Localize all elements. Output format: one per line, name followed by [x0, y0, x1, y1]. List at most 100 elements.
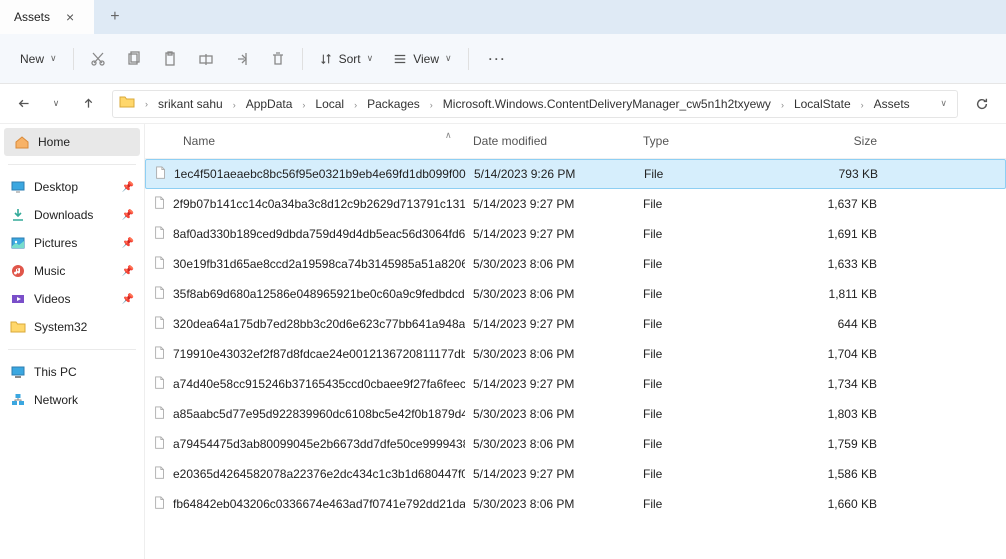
file-size: 1,734 KB [805, 373, 885, 395]
new-tab-button[interactable]: + [94, 0, 135, 34]
sidebar-item-this-pc[interactable]: This PC [0, 358, 144, 386]
file-name: a79454475d3ab80099045e2b6673dd7dfe50ce99… [173, 437, 465, 451]
file-icon [153, 466, 167, 483]
chevron-down-icon: ∨ [50, 53, 57, 64]
sidebar-item-downloads[interactable]: Downloads📌 [0, 201, 144, 229]
file-row[interactable]: a79454475d3ab80099045e2b6673dd7dfe50ce99… [145, 429, 1006, 459]
file-row[interactable]: 35f8ab69d680a12586e048965921be0c60a9c9fe… [145, 279, 1006, 309]
chevron-right-icon[interactable]: › [350, 100, 361, 110]
file-type: File [635, 283, 805, 305]
file-row[interactable]: a85aabc5d77e95d922839960dc6108bc5e42f0b1… [145, 399, 1006, 429]
view-button[interactable]: View ∨ [383, 52, 461, 66]
file-row[interactable]: 2f9b07b141cc14c0a34ba3c8d12c9b2629d71379… [145, 189, 1006, 219]
column-name[interactable]: Name [145, 130, 465, 152]
sidebar-item-desktop[interactable]: Desktop📌 [0, 173, 144, 201]
column-date[interactable]: Date modified [465, 130, 635, 152]
column-type[interactable]: Type [635, 130, 805, 152]
file-name: e20365d4264582078a22376e2dc434c1c3b1d680… [173, 467, 465, 481]
view-icon [393, 52, 407, 66]
file-date: 5/14/2023 9:27 PM [465, 193, 635, 215]
delete-icon[interactable] [260, 51, 296, 67]
up-button[interactable] [74, 97, 102, 110]
folder-icon [10, 319, 26, 335]
column-size[interactable]: Size [805, 130, 885, 152]
chevron-right-icon[interactable]: › [777, 100, 788, 110]
breadcrumb-bar[interactable]: › srikant sahu›AppData›Local›Packages›Mi… [112, 90, 958, 118]
chevron-right-icon[interactable]: › [857, 100, 868, 110]
separator [8, 164, 136, 165]
sidebar: Home Desktop📌Downloads📌Pictures📌Music📌Vi… [0, 124, 145, 559]
file-row[interactable]: e20365d4264582078a22376e2dc434c1c3b1d680… [145, 459, 1006, 489]
column-headers: Name ∧ Date modified Type Size [145, 124, 1006, 159]
file-row[interactable]: a74d40e58cc915246b37165435ccd0cbaee9f27f… [145, 369, 1006, 399]
breadcrumb-segment[interactable]: srikant sahu [152, 95, 229, 113]
sidebar-label: Desktop [34, 180, 78, 194]
file-icon [153, 286, 167, 303]
chevron-down-icon: ∨ [367, 53, 374, 64]
breadcrumb-segment[interactable]: AppData [240, 95, 299, 113]
breadcrumb-segment[interactable]: Microsoft.Windows.ContentDeliveryManager… [437, 95, 777, 113]
file-size: 1,811 KB [805, 283, 885, 305]
back-button[interactable] [10, 97, 38, 110]
toolbar: New ∨ Sort ∨ View ∨ ··· [0, 34, 1006, 84]
file-size: 1,637 KB [805, 193, 885, 215]
chevron-right-icon[interactable]: › [141, 99, 152, 109]
file-date: 5/14/2023 9:26 PM [466, 163, 636, 185]
file-size: 1,691 KB [805, 223, 885, 245]
cut-icon[interactable] [80, 51, 116, 67]
file-date: 5/30/2023 8:06 PM [465, 403, 635, 425]
file-name: 719910e43032ef2f87d8fdcae24e001213672081… [173, 347, 465, 361]
file-type: File [636, 163, 806, 185]
separator [302, 48, 303, 70]
breadcrumb-segment[interactable]: LocalState [788, 95, 857, 113]
sidebar-item-network[interactable]: Network [0, 386, 144, 414]
file-row[interactable]: 1ec4f501aeaebc8bc56f95e0321b9eb4e69fd1db… [145, 159, 1006, 189]
pictures-icon [10, 235, 26, 251]
file-size: 793 KB [806, 163, 886, 185]
sidebar-item-home[interactable]: Home [4, 128, 140, 156]
share-icon[interactable] [224, 51, 260, 67]
file-list: Name ∧ Date modified Type Size 1ec4f501a… [145, 124, 1006, 559]
sidebar-label: Network [34, 393, 78, 407]
address-dropdown[interactable]: ∨ [936, 98, 951, 109]
sidebar-item-system32[interactable]: System32 [0, 313, 144, 341]
file-row[interactable]: 320dea64a175db7ed28bb3c20d6e623c77bb641a… [145, 309, 1006, 339]
tab-assets[interactable]: Assets × [0, 0, 94, 34]
chevron-right-icon[interactable]: › [229, 100, 240, 110]
file-row[interactable]: fb64842eb043206c0336674e463ad7f0741e792d… [145, 489, 1006, 519]
breadcrumb-segment[interactable]: Packages [361, 95, 426, 113]
file-type: File [635, 373, 805, 395]
file-type: File [635, 433, 805, 455]
file-type: File [635, 463, 805, 485]
file-icon [153, 256, 167, 273]
file-row[interactable]: 8af0ad330b189ced9dbda759d49d4db5eac56d30… [145, 219, 1006, 249]
sort-button[interactable]: Sort ∨ [309, 52, 384, 66]
sidebar-label: Videos [34, 292, 70, 306]
downloads-icon [10, 207, 26, 223]
new-label: New [20, 52, 44, 66]
file-icon [154, 166, 168, 183]
new-button[interactable]: New ∨ [10, 46, 67, 72]
file-size: 1,633 KB [805, 253, 885, 275]
sidebar-item-pictures[interactable]: Pictures📌 [0, 229, 144, 257]
sidebar-item-music[interactable]: Music📌 [0, 257, 144, 285]
sidebar-item-videos[interactable]: Videos📌 [0, 285, 144, 313]
rename-icon[interactable] [188, 51, 224, 67]
file-type: File [635, 403, 805, 425]
copy-icon[interactable] [116, 51, 152, 67]
file-type: File [635, 343, 805, 365]
file-row[interactable]: 30e19fb31d65ae8ccd2a19598ca74b3145985a51… [145, 249, 1006, 279]
tab-strip: Assets × + [0, 0, 1006, 34]
file-icon [153, 496, 167, 513]
breadcrumb-segment[interactable]: Local [309, 95, 350, 113]
recent-dropdown[interactable]: ∨ [42, 98, 70, 109]
chevron-right-icon[interactable]: › [298, 100, 309, 110]
file-name: a85aabc5d77e95d922839960dc6108bc5e42f0b1… [173, 407, 465, 421]
breadcrumb-segment[interactable]: Assets [868, 95, 916, 113]
chevron-right-icon[interactable]: › [426, 100, 437, 110]
file-row[interactable]: 719910e43032ef2f87d8fdcae24e001213672081… [145, 339, 1006, 369]
more-button[interactable]: ··· [475, 52, 521, 66]
close-tab-icon[interactable]: × [60, 7, 80, 27]
paste-icon[interactable] [152, 51, 188, 67]
refresh-button[interactable] [968, 97, 996, 111]
